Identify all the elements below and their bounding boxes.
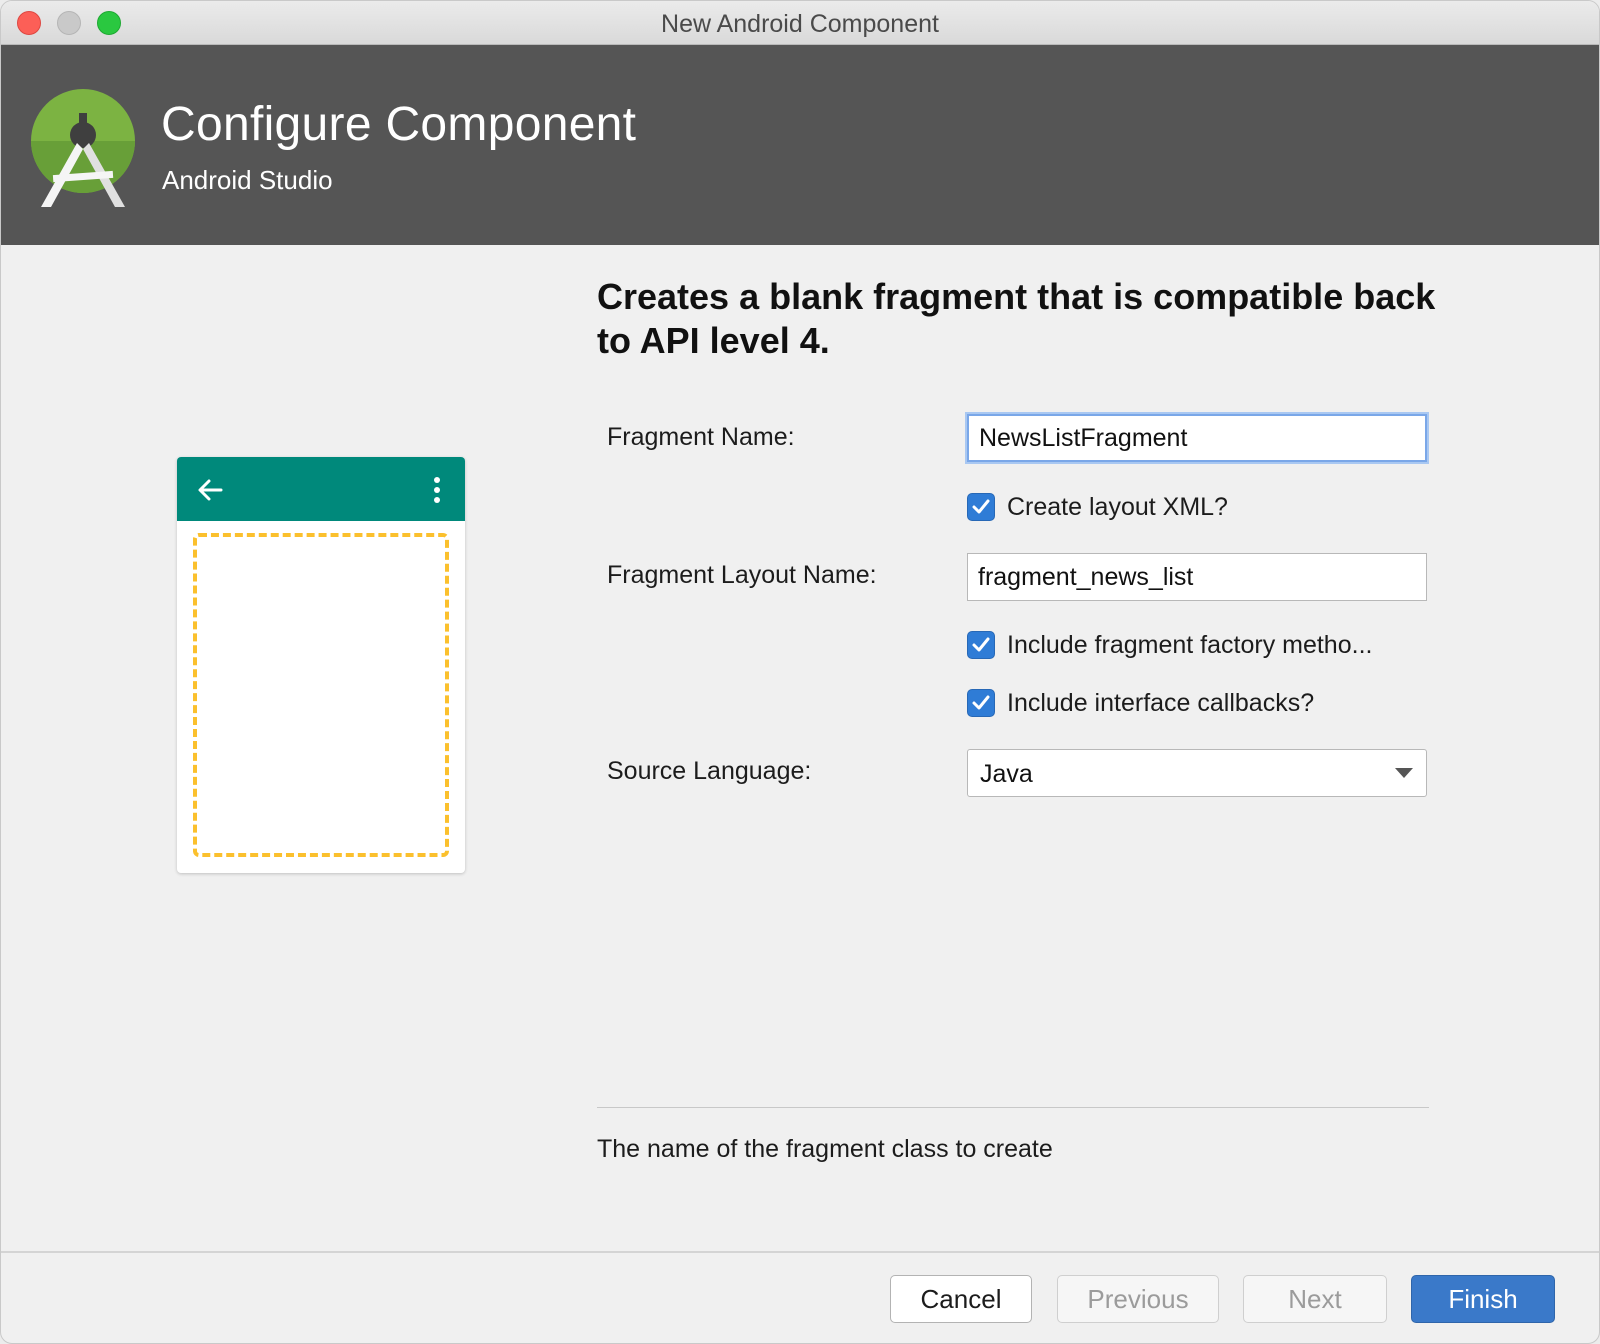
include-factory-methods-label: Include fragment factory metho... <box>1007 630 1373 659</box>
fragment-preview <box>177 457 465 873</box>
include-interface-callbacks-row[interactable]: Include interface callbacks? <box>967 687 1314 719</box>
finish-button[interactable]: Finish <box>1411 1275 1555 1323</box>
checkmark-icon <box>972 637 990 652</box>
previous-button[interactable]: Previous <box>1057 1275 1219 1323</box>
more-vertical-icon <box>434 477 440 503</box>
footer-divider <box>1 1251 1599 1253</box>
page-subtitle: Android Studio <box>162 165 333 195</box>
source-language-select[interactable]: Java <box>967 749 1427 797</box>
chevron-down-icon <box>1395 768 1413 778</box>
create-layout-xml-label: Create layout XML? <box>1007 492 1228 521</box>
help-divider <box>597 1107 1429 1108</box>
fragment-name-label: Fragment Name: <box>607 423 795 451</box>
cancel-button[interactable]: Cancel <box>890 1275 1032 1323</box>
template-description: Creates a blank fragment that is compati… <box>597 276 1436 361</box>
fragment-placeholder <box>193 533 449 857</box>
include-factory-methods-checkbox[interactable] <box>967 631 995 659</box>
include-factory-methods-row[interactable]: Include fragment factory metho... <box>967 629 1372 661</box>
checkmark-icon <box>972 499 990 514</box>
wizard-header: Configure Component Android Studio <box>1 45 1599 245</box>
page-title: Configure Component <box>161 98 637 151</box>
arrow-left-icon <box>198 479 223 501</box>
help-text: The name of the fragment class to create <box>597 1135 1053 1163</box>
create-layout-xml-row[interactable]: Create layout XML? <box>967 491 1228 523</box>
window-title: New Android Component <box>661 10 939 38</box>
preview-toolbar <box>177 457 465 521</box>
source-language-label: Source Language: <box>607 757 812 785</box>
next-button[interactable]: Next <box>1243 1275 1387 1323</box>
create-layout-xml-checkbox[interactable] <box>967 493 995 521</box>
fragment-name-input[interactable] <box>967 414 1427 462</box>
title-bar: New Android Component <box>1 1 1599 45</box>
source-language-value: Java <box>980 760 1033 788</box>
checkmark-icon <box>972 695 990 710</box>
fragment-layout-name-input[interactable] <box>967 553 1427 601</box>
dialog-window: New Android Component Configure Componen… <box>0 0 1600 1344</box>
include-interface-callbacks-label: Include interface callbacks? <box>1007 688 1315 717</box>
fragment-layout-name-label: Fragment Layout Name: <box>607 561 877 589</box>
android-studio-logo-icon <box>31 89 135 207</box>
include-interface-callbacks-checkbox[interactable] <box>967 689 995 717</box>
